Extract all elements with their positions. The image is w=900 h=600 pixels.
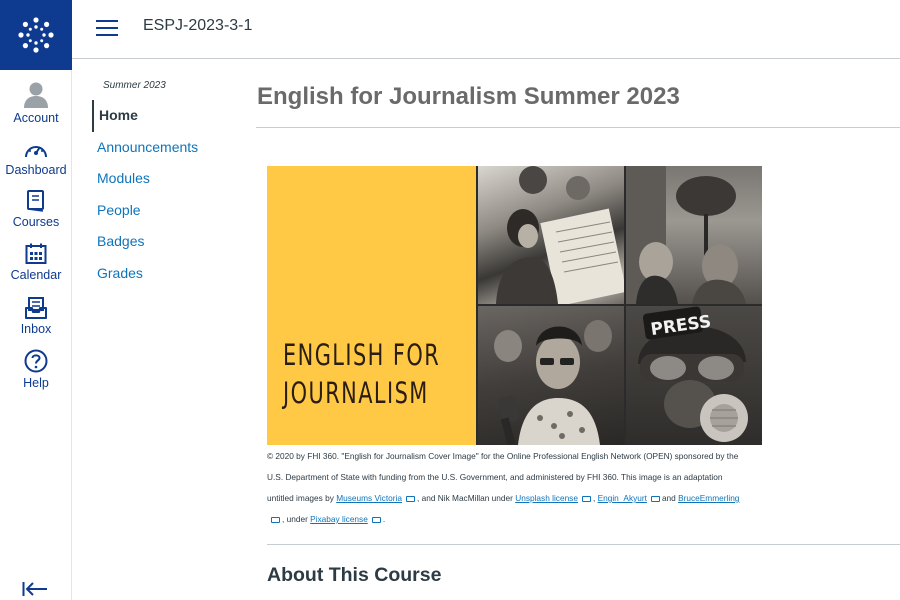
caption-line-2: U.S. Department of State with funding fr… <box>267 472 723 482</box>
link-bruce-emmerling[interactable]: BruceEmmerling <box>678 493 739 503</box>
nav-inbox-label: Inbox <box>20 322 52 336</box>
cover-title-line2: JOURNALISM <box>283 376 429 410</box>
caption-text-and: and <box>661 493 676 503</box>
term-label: Summer 2023 <box>103 80 166 91</box>
external-link-icon <box>405 496 415 502</box>
caption-text-under: , under <box>282 514 308 524</box>
nav-help[interactable]: Help <box>0 349 72 390</box>
nav-help-label: Help <box>23 376 49 390</box>
canvas-logo-icon <box>18 17 54 53</box>
cover-title: ENGLISH FOR JOURNALISM <box>283 336 441 412</box>
content-divider <box>267 544 900 545</box>
cover-photo-newspapers <box>478 166 624 304</box>
nav-account-label: Account <box>13 111 59 125</box>
nav-account[interactable]: Account <box>0 80 72 125</box>
inbox-icon <box>25 297 47 319</box>
caption-line-3: untitled images by Museums Victoria , and… <box>267 493 740 503</box>
nav-courses-label: Courses <box>12 215 60 229</box>
cover-title-line1: ENGLISH FOR <box>283 338 441 372</box>
link-pixabay-license[interactable]: Pixabay license <box>310 514 368 524</box>
collapse-nav-icon[interactable] <box>22 582 48 600</box>
link-museums-victoria[interactable]: Museums Victoria <box>336 493 402 503</box>
cover-photo-press-helmet: PRESS <box>626 306 762 445</box>
nav-calendar[interactable]: Calendar <box>0 243 72 282</box>
course-nav-badges[interactable]: Badges <box>92 226 242 258</box>
course-nav-grades[interactable]: Grades <box>92 258 242 290</box>
nav-calendar-label: Calendar <box>10 268 62 282</box>
nav-inbox[interactable]: Inbox <box>0 297 72 336</box>
account-icon <box>22 80 50 108</box>
caption-text-untitled: untitled images by <box>267 493 334 503</box>
course-navigation: Summer 2023 Home Announcements Modules P… <box>92 80 242 289</box>
caption-line-4: , under Pixabay license. <box>267 509 787 530</box>
courses-icon <box>26 190 46 212</box>
calendar-icon <box>25 243 47 265</box>
image-credit-caption: © 2020 by FHI 360. "English for Journali… <box>267 446 787 530</box>
section-heading-about: About This Course <box>267 564 442 586</box>
dashboard-icon <box>24 140 48 160</box>
canvas-logo[interactable] <box>0 0 72 70</box>
course-nav-announcements[interactable]: Announcements <box>92 132 242 164</box>
nav-courses[interactable]: Courses <box>0 190 72 229</box>
link-unsplash-license[interactable]: Unsplash license <box>515 493 578 503</box>
course-cover-image: ENGLISH FOR JOURNALISM PRESS <box>267 166 762 445</box>
course-header: ESPJ-2023-3-1 <box>72 0 900 59</box>
external-link-icon <box>371 517 381 523</box>
cover-photo-boom-mic <box>626 166 762 304</box>
course-nav-modules[interactable]: Modules <box>92 163 242 195</box>
caption-text-nik: , and Nik MacMillan under <box>416 493 513 503</box>
caption-line-1: © 2020 by FHI 360. "English for Journali… <box>267 451 739 461</box>
external-link-icon <box>650 496 660 502</box>
help-icon <box>24 349 48 373</box>
course-nav-people[interactable]: People <box>92 195 242 227</box>
page-title: English for Journalism Summer 2023 <box>257 83 680 110</box>
nav-dashboard[interactable]: Dashboard <box>0 140 72 177</box>
breadcrumb[interactable]: ESPJ-2023-3-1 <box>143 17 252 35</box>
hamburger-menu-icon[interactable] <box>96 20 118 37</box>
global-navigation: Account Dashboard Courses Calendar Inbox… <box>0 0 72 600</box>
course-nav-home[interactable]: Home <box>92 100 242 132</box>
title-divider <box>256 127 900 128</box>
external-link-icon <box>581 496 591 502</box>
nav-dashboard-label: Dashboard <box>5 163 67 177</box>
external-link-icon <box>271 517 280 523</box>
cover-photo-interview <box>478 306 624 445</box>
link-engin-akyurt[interactable]: Engin_Akyurt <box>598 493 647 503</box>
